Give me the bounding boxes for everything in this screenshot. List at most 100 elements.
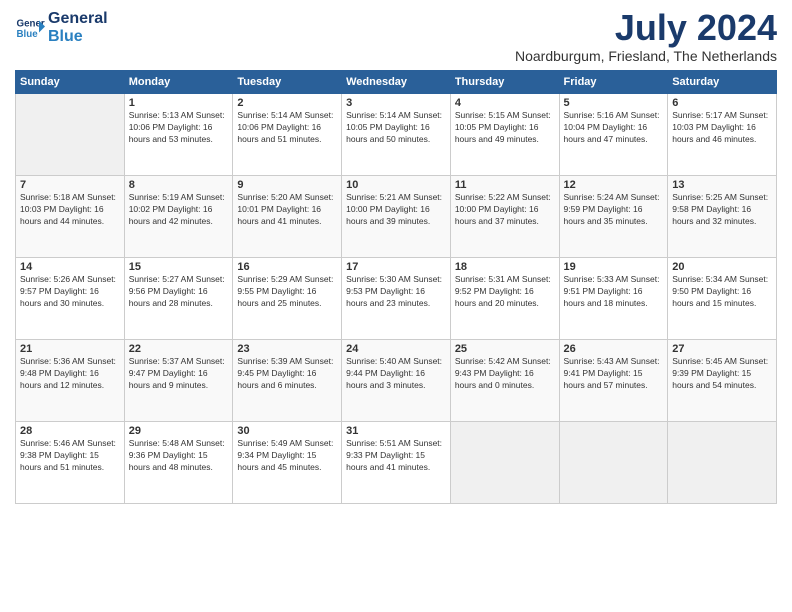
day-cell: 21Sunrise: 5:36 AM Sunset: 9:48 PM Dayli… (16, 340, 125, 422)
day-cell: 8Sunrise: 5:19 AM Sunset: 10:02 PM Dayli… (124, 176, 233, 258)
day-number: 4 (455, 97, 555, 109)
day-cell: 17Sunrise: 5:30 AM Sunset: 9:53 PM Dayli… (342, 258, 451, 340)
day-info: Sunrise: 5:16 AM Sunset: 10:04 PM Daylig… (564, 110, 664, 146)
day-cell: 5Sunrise: 5:16 AM Sunset: 10:04 PM Dayli… (559, 94, 668, 176)
day-cell: 4Sunrise: 5:15 AM Sunset: 10:05 PM Dayli… (450, 94, 559, 176)
day-info: Sunrise: 5:13 AM Sunset: 10:06 PM Daylig… (129, 110, 229, 146)
page: General Blue General Blue July 2024 Noar… (0, 0, 792, 612)
day-number: 8 (129, 179, 229, 191)
day-number: 31 (346, 425, 446, 437)
day-cell (450, 422, 559, 504)
day-info: Sunrise: 5:17 AM Sunset: 10:03 PM Daylig… (672, 110, 772, 146)
week-row-4: 21Sunrise: 5:36 AM Sunset: 9:48 PM Dayli… (16, 340, 777, 422)
day-cell: 25Sunrise: 5:42 AM Sunset: 9:43 PM Dayli… (450, 340, 559, 422)
day-info: Sunrise: 5:15 AM Sunset: 10:05 PM Daylig… (455, 110, 555, 146)
col-header-thursday: Thursday (450, 71, 559, 94)
day-info: Sunrise: 5:49 AM Sunset: 9:34 PM Dayligh… (237, 438, 337, 474)
title-block: July 2024 Noardburgum, Friesland, The Ne… (515, 10, 777, 64)
week-row-5: 28Sunrise: 5:46 AM Sunset: 9:38 PM Dayli… (16, 422, 777, 504)
day-cell: 19Sunrise: 5:33 AM Sunset: 9:51 PM Dayli… (559, 258, 668, 340)
week-row-1: 1Sunrise: 5:13 AM Sunset: 10:06 PM Dayli… (16, 94, 777, 176)
day-cell (559, 422, 668, 504)
day-number: 23 (237, 343, 337, 355)
day-number: 18 (455, 261, 555, 273)
day-cell: 14Sunrise: 5:26 AM Sunset: 9:57 PM Dayli… (16, 258, 125, 340)
day-info: Sunrise: 5:24 AM Sunset: 9:59 PM Dayligh… (564, 192, 664, 228)
day-info: Sunrise: 5:43 AM Sunset: 9:41 PM Dayligh… (564, 356, 664, 392)
day-info: Sunrise: 5:30 AM Sunset: 9:53 PM Dayligh… (346, 274, 446, 310)
day-number: 15 (129, 261, 229, 273)
day-cell: 7Sunrise: 5:18 AM Sunset: 10:03 PM Dayli… (16, 176, 125, 258)
svg-text:Blue: Blue (17, 29, 39, 40)
day-info: Sunrise: 5:20 AM Sunset: 10:01 PM Daylig… (237, 192, 337, 228)
day-number: 7 (20, 179, 120, 191)
day-info: Sunrise: 5:31 AM Sunset: 9:52 PM Dayligh… (455, 274, 555, 310)
day-info: Sunrise: 5:46 AM Sunset: 9:38 PM Dayligh… (20, 438, 120, 474)
day-cell: 23Sunrise: 5:39 AM Sunset: 9:45 PM Dayli… (233, 340, 342, 422)
day-number: 16 (237, 261, 337, 273)
day-cell: 2Sunrise: 5:14 AM Sunset: 10:06 PM Dayli… (233, 94, 342, 176)
logo: General Blue General Blue (15, 10, 108, 45)
day-cell: 28Sunrise: 5:46 AM Sunset: 9:38 PM Dayli… (16, 422, 125, 504)
day-number: 3 (346, 97, 446, 109)
day-cell: 1Sunrise: 5:13 AM Sunset: 10:06 PM Dayli… (124, 94, 233, 176)
day-info: Sunrise: 5:34 AM Sunset: 9:50 PM Dayligh… (672, 274, 772, 310)
day-info: Sunrise: 5:42 AM Sunset: 9:43 PM Dayligh… (455, 356, 555, 392)
day-cell: 6Sunrise: 5:17 AM Sunset: 10:03 PM Dayli… (668, 94, 777, 176)
day-cell: 20Sunrise: 5:34 AM Sunset: 9:50 PM Dayli… (668, 258, 777, 340)
day-info: Sunrise: 5:39 AM Sunset: 9:45 PM Dayligh… (237, 356, 337, 392)
day-cell: 13Sunrise: 5:25 AM Sunset: 9:58 PM Dayli… (668, 176, 777, 258)
day-cell: 24Sunrise: 5:40 AM Sunset: 9:44 PM Dayli… (342, 340, 451, 422)
day-info: Sunrise: 5:21 AM Sunset: 10:00 PM Daylig… (346, 192, 446, 228)
day-cell: 9Sunrise: 5:20 AM Sunset: 10:01 PM Dayli… (233, 176, 342, 258)
day-info: Sunrise: 5:48 AM Sunset: 9:36 PM Dayligh… (129, 438, 229, 474)
day-number: 6 (672, 97, 772, 109)
day-number: 28 (20, 425, 120, 437)
day-info: Sunrise: 5:18 AM Sunset: 10:03 PM Daylig… (20, 192, 120, 228)
day-cell: 31Sunrise: 5:51 AM Sunset: 9:33 PM Dayli… (342, 422, 451, 504)
day-number: 14 (20, 261, 120, 273)
day-number: 13 (672, 179, 772, 191)
location: Noardburgum, Friesland, The Netherlands (515, 48, 777, 64)
logo-text-line2: Blue (48, 28, 108, 46)
day-info: Sunrise: 5:14 AM Sunset: 10:06 PM Daylig… (237, 110, 337, 146)
day-cell: 18Sunrise: 5:31 AM Sunset: 9:52 PM Dayli… (450, 258, 559, 340)
day-cell (668, 422, 777, 504)
day-number: 19 (564, 261, 664, 273)
day-number: 30 (237, 425, 337, 437)
day-info: Sunrise: 5:51 AM Sunset: 9:33 PM Dayligh… (346, 438, 446, 474)
day-number: 26 (564, 343, 664, 355)
day-number: 11 (455, 179, 555, 191)
day-number: 24 (346, 343, 446, 355)
day-info: Sunrise: 5:14 AM Sunset: 10:05 PM Daylig… (346, 110, 446, 146)
day-cell: 11Sunrise: 5:22 AM Sunset: 10:00 PM Dayl… (450, 176, 559, 258)
day-cell: 3Sunrise: 5:14 AM Sunset: 10:05 PM Dayli… (342, 94, 451, 176)
month-title: July 2024 (515, 10, 777, 46)
day-info: Sunrise: 5:36 AM Sunset: 9:48 PM Dayligh… (20, 356, 120, 392)
day-number: 20 (672, 261, 772, 273)
day-info: Sunrise: 5:45 AM Sunset: 9:39 PM Dayligh… (672, 356, 772, 392)
day-info: Sunrise: 5:40 AM Sunset: 9:44 PM Dayligh… (346, 356, 446, 392)
day-info: Sunrise: 5:22 AM Sunset: 10:00 PM Daylig… (455, 192, 555, 228)
logo-icon: General Blue (15, 13, 45, 43)
day-cell: 30Sunrise: 5:49 AM Sunset: 9:34 PM Dayli… (233, 422, 342, 504)
day-number: 29 (129, 425, 229, 437)
day-info: Sunrise: 5:25 AM Sunset: 9:58 PM Dayligh… (672, 192, 772, 228)
day-number: 5 (564, 97, 664, 109)
day-cell (16, 94, 125, 176)
day-number: 10 (346, 179, 446, 191)
day-number: 22 (129, 343, 229, 355)
header: General Blue General Blue July 2024 Noar… (15, 10, 777, 64)
day-cell: 15Sunrise: 5:27 AM Sunset: 9:56 PM Dayli… (124, 258, 233, 340)
calendar-table: SundayMondayTuesdayWednesdayThursdayFrid… (15, 70, 777, 504)
day-cell: 22Sunrise: 5:37 AM Sunset: 9:47 PM Dayli… (124, 340, 233, 422)
day-number: 9 (237, 179, 337, 191)
day-info: Sunrise: 5:37 AM Sunset: 9:47 PM Dayligh… (129, 356, 229, 392)
day-number: 21 (20, 343, 120, 355)
day-cell: 10Sunrise: 5:21 AM Sunset: 10:00 PM Dayl… (342, 176, 451, 258)
day-cell: 27Sunrise: 5:45 AM Sunset: 9:39 PM Dayli… (668, 340, 777, 422)
logo-text-line1: General (48, 10, 108, 28)
col-header-friday: Friday (559, 71, 668, 94)
col-header-monday: Monday (124, 71, 233, 94)
day-cell: 26Sunrise: 5:43 AM Sunset: 9:41 PM Dayli… (559, 340, 668, 422)
